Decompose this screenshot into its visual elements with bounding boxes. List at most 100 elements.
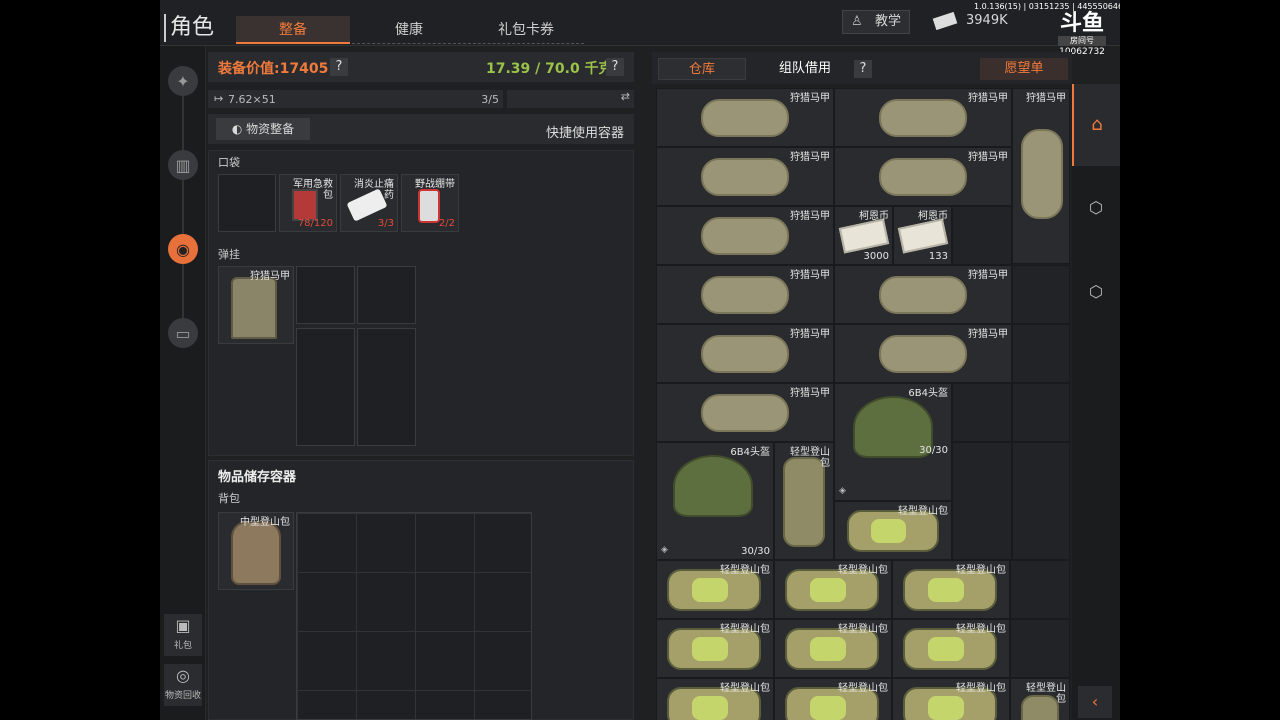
item-name: 狩猎马甲 <box>968 270 1008 281</box>
item-name: 柯恩币 <box>859 211 889 222</box>
stash-item-vest[interactable]: 狩猎马甲 <box>656 206 834 265</box>
rig-slot-1[interactable] <box>296 266 355 324</box>
supply-button[interactable]: ◐ 物资整备 <box>216 118 310 140</box>
stash-item-light-pack[interactable]: 轻型登山包 <box>1010 678 1070 720</box>
stash-item-vest[interactable]: 狩猎马甲 <box>656 324 834 383</box>
tab-wishlist[interactable]: 愿望单 <box>980 58 1068 80</box>
stash-item-light-pack[interactable]: 轻型登山包 <box>774 560 892 619</box>
stash-empty-cell[interactable] <box>952 206 1012 265</box>
chest-rig-slot[interactable]: 狩猎马甲 <box>218 266 294 344</box>
ammo-row[interactable]: ↦ 7.62×51 3/5 <box>208 90 503 108</box>
stash-item-vest[interactable]: 狩猎马甲 <box>656 265 834 324</box>
stash-item-light-pack[interactable]: 轻型登山包 <box>892 619 1010 678</box>
backpack-grid[interactable] <box>296 512 532 720</box>
tab-team-borrow[interactable]: 组队借用 <box>750 58 860 80</box>
pocket-slot-3[interactable]: 消炎止痛药 3/3 <box>340 174 398 232</box>
stash-empty-cell[interactable] <box>952 383 1012 442</box>
stash-empty-cell[interactable] <box>1012 442 1070 560</box>
coin-stack-icon <box>897 218 949 254</box>
ammo-swap-row[interactable]: ⇄ <box>507 90 634 108</box>
tab-loadout[interactable]: 整备 <box>236 16 350 44</box>
pockets-label: 口袋 <box>218 156 240 169</box>
home-icon[interactable]: ⌂ <box>1072 84 1120 166</box>
weight-display: 17.39 / 70.0 千克 <box>486 61 613 77</box>
item-name: 狩猎马甲 <box>790 270 830 281</box>
stash-empty-cell[interactable] <box>1010 619 1070 678</box>
rig-slot-2[interactable] <box>357 266 416 324</box>
item-name: 轻型登山包 <box>790 447 830 469</box>
weapon-icon[interactable]: ✦ <box>168 66 198 96</box>
value-help-button[interactable]: ? <box>330 58 348 76</box>
box-icon[interactable]: ⬡ <box>1080 192 1112 224</box>
gift-button[interactable]: ▣ 礼包 <box>164 614 202 656</box>
stash-help-button[interactable]: ? <box>854 60 872 78</box>
armor-icon[interactable]: ▥ <box>168 150 198 180</box>
right-rail <box>1072 84 1120 720</box>
pocket-slot-2[interactable]: 军用急救包 78/120 <box>279 174 337 232</box>
stash-grid[interactable]: 狩猎马甲 狩猎马甲 狩猎马甲 狩猎马甲 狩猎马甲 狩猎马甲 柯恩币 3000 柯恩… <box>656 88 1070 720</box>
stash-item-light-pack[interactable]: 轻型登山包 <box>774 678 892 720</box>
item-name: 轻型登山包 <box>720 624 770 635</box>
weight-help-button[interactable]: ? <box>606 58 624 76</box>
stash-item-light-pack[interactable]: 轻型登山包 <box>892 560 1010 619</box>
backpack-label: 背包 <box>218 492 240 505</box>
stash-empty-cell[interactable] <box>1012 324 1070 383</box>
stash-item-vest[interactable]: 狩猎马甲 <box>656 147 834 206</box>
stash-item-vest[interactable]: 狩猎马甲 <box>656 383 834 442</box>
storage-title: 物品储存容器 <box>218 470 297 485</box>
stash-item-light-pack[interactable]: 轻型登山包 <box>656 560 774 619</box>
recycle-label: 物资回收 <box>164 691 201 701</box>
backpack-item-name: 中型登山包 <box>240 517 290 528</box>
stash-item-light-pack[interactable]: 轻型登山包 <box>892 678 1010 720</box>
stash-empty-cell[interactable] <box>1012 265 1070 324</box>
logo-mark: 斗鱼 <box>1059 11 1104 36</box>
stash-item-vest[interactable]: 狩猎马甲 <box>834 147 1012 206</box>
item-name: 狩猎马甲 <box>968 93 1008 104</box>
pocket-slot-4[interactable]: 野战绷带 2/2 <box>401 174 459 232</box>
stash-item-vest-rotated[interactable]: 狩猎马甲 <box>1012 88 1070 264</box>
backpack-icon[interactable]: ◉ <box>168 234 198 264</box>
stash-item-light-pack[interactable]: 轻型登山包 <box>834 501 952 560</box>
stash-empty-cell[interactable] <box>1010 560 1070 619</box>
container-icon[interactable]: ▭ <box>168 318 198 348</box>
quick-use-label[interactable]: 快捷使用容器 <box>546 122 624 141</box>
tab-storage[interactable]: 仓库 <box>658 58 746 80</box>
money-display: 3949K <box>932 10 1008 32</box>
stash-item-light-pack[interactable]: 轻型登山包 <box>656 678 774 720</box>
stash-empty-cell[interactable] <box>1012 383 1070 442</box>
stash-item-coin[interactable]: 柯恩币 133 <box>893 206 952 265</box>
stash-item-coin[interactable]: 柯恩币 3000 <box>834 206 893 265</box>
tab-gift-cards[interactable]: 礼包卡券 <box>468 16 584 44</box>
collapse-arrow-icon[interactable]: ‹ <box>1078 686 1112 718</box>
tutorial-button[interactable]: ♙ 教学 <box>842 10 910 34</box>
stash-item-light-pack[interactable]: 轻型登山包 <box>774 619 892 678</box>
douyu-logo: 斗鱼 房间号 10062732 <box>1058 11 1106 57</box>
stash-item-helmet[interactable]: 6B4头盔 ◈ 30/30 <box>656 442 774 560</box>
rig-slot-3[interactable] <box>296 328 355 446</box>
stash-item-helmet[interactable]: 6B4头盔 ◈ 30/30 <box>834 383 952 501</box>
stash-empty-cell[interactable] <box>952 442 1012 560</box>
pocket-slot-1[interactable] <box>218 174 276 232</box>
backpack-slot[interactable]: 中型登山包 <box>218 512 294 590</box>
stash-item-vest[interactable]: 狩猎马甲 <box>834 88 1012 147</box>
ammo-type: 7.62×51 <box>228 93 276 106</box>
stash-item-vest[interactable]: 狩猎马甲 <box>834 324 1012 383</box>
item-name: 轻型登山包 <box>720 683 770 694</box>
tab-health[interactable]: 健康 <box>352 16 466 44</box>
stash-item-vest[interactable]: 狩猎马甲 <box>656 88 834 147</box>
helmet-icon <box>673 455 753 517</box>
pocket-item-count: 3/3 <box>377 218 394 229</box>
chest-rig-item-name: 狩猎马甲 <box>250 271 290 282</box>
hunting-vest-icon <box>231 277 277 339</box>
stash-item-vest[interactable]: 狩猎马甲 <box>834 265 1012 324</box>
stash-item-light-pack[interactable]: 轻型登山包 <box>656 619 774 678</box>
hunting-vest-icon <box>701 335 789 373</box>
item-name: 轻型登山包 <box>1026 683 1066 705</box>
box-icon[interactable]: ⬡ <box>1080 276 1112 308</box>
ammo-count: 3/5 <box>481 93 499 106</box>
recycle-button[interactable]: ◎ 物资回收 <box>164 664 202 706</box>
item-name: 轻型登山包 <box>956 565 1006 576</box>
hunting-vest-icon <box>879 99 967 137</box>
rig-slot-4[interactable] <box>357 328 416 446</box>
stash-item-light-pack[interactable]: 轻型登山包 <box>774 442 834 560</box>
